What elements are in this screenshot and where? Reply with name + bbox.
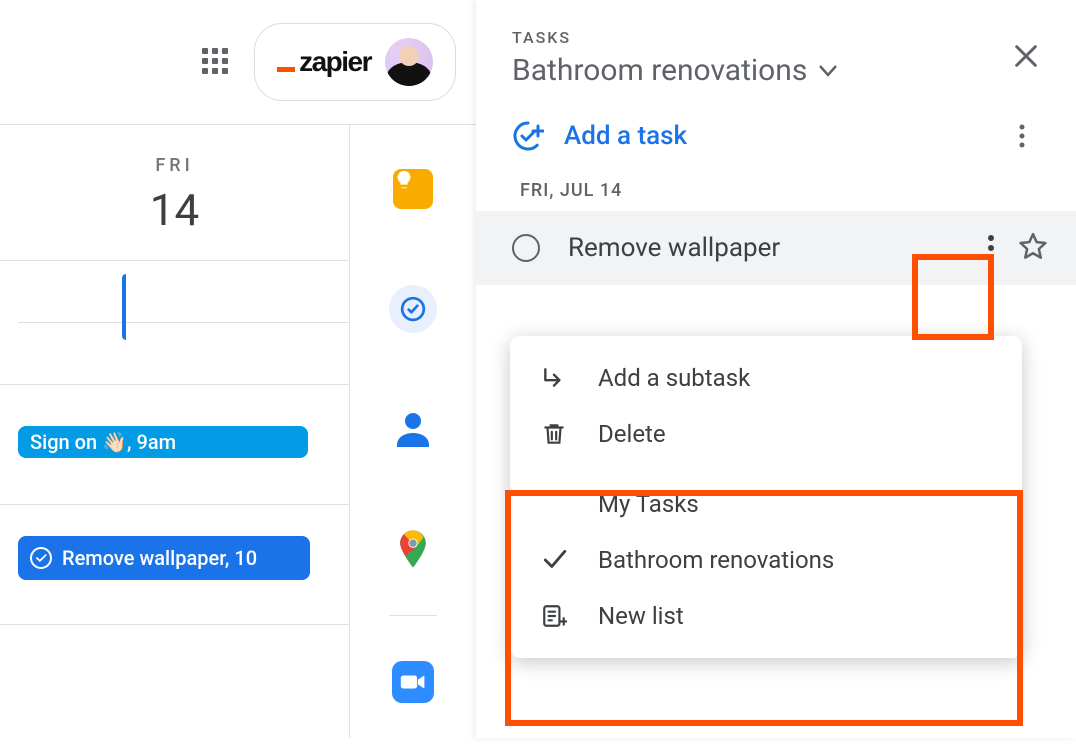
menu-label: Delete [598,420,666,448]
task-title: Remove wallpaper [568,233,970,263]
rail-separator [389,615,437,616]
maps-icon[interactable] [389,525,437,573]
list-options-button[interactable] [1004,118,1040,154]
menu-item-delete[interactable]: Delete [510,406,1022,462]
close-button[interactable] [1012,28,1040,76]
task-star-button[interactable] [1018,231,1048,265]
task-options-button[interactable] [970,227,1012,269]
menu-label: Bathroom renovations [598,546,834,574]
blank-icon [540,490,568,518]
chevron-down-icon [819,65,837,77]
task-date-header: FRI, JUL 14 [476,172,1076,211]
event-title: Sign on 👋🏻, 9am [30,430,176,454]
subtask-arrow-icon [540,364,568,392]
kebab-icon [988,235,994,261]
tasks-active-indicator [122,274,126,340]
task-context-menu: Add a subtask Delete My Tasks Bathroom r… [510,336,1022,658]
calendar-event-signon[interactable]: Sign on 👋🏻, 9am [18,426,308,458]
event-title: Remove wallpaper, 10 [62,546,257,570]
side-rail [350,125,476,738]
panel-kicker: TASKS [512,28,837,47]
kebab-icon [1019,124,1025,148]
add-task-label: Add a task [564,121,687,151]
brand-logo: zapier [277,46,371,78]
task-complete-toggle[interactable] [512,234,540,262]
new-list-icon [540,602,568,630]
menu-label: My Tasks [598,490,699,518]
add-task-icon [512,120,544,152]
zoom-icon[interactable] [389,658,437,706]
menu-label: New list [598,602,684,630]
menu-item-list-bathroom[interactable]: Bathroom renovations [510,532,1022,588]
account-switcher[interactable]: zapier [254,23,456,101]
hour-grid [0,254,349,744]
day-number: 14 [0,184,349,236]
avatar [385,38,433,86]
calendar-event-remove-wallpaper[interactable]: Remove wallpaper, 10 [18,536,310,580]
keep-icon[interactable] [389,165,437,213]
tasks-icon[interactable] [389,285,437,333]
task-row[interactable]: Remove wallpaper [476,211,1076,285]
star-outline-icon [1018,231,1048,261]
add-task-button[interactable]: Add a task [512,120,687,152]
google-apps-icon[interactable] [202,48,230,76]
menu-item-new-list[interactable]: New list [510,588,1022,644]
check-circle-icon [30,547,52,569]
check-icon [540,546,568,574]
menu-label: Add a subtask [598,364,750,392]
day-header: FRI 14 [0,125,349,254]
day-label: FRI [0,155,349,176]
menu-item-list-my-tasks[interactable]: My Tasks [510,476,1022,532]
topbar: zapier [0,0,476,125]
menu-item-add-subtask[interactable]: Add a subtask [510,350,1022,406]
contacts-icon[interactable] [389,405,437,453]
list-selector[interactable]: Bathroom renovations [512,53,837,88]
trash-icon [540,420,568,448]
selected-list-name: Bathroom renovations [512,53,807,88]
